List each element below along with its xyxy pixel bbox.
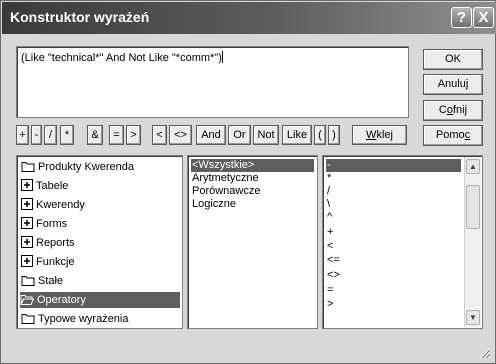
tree-item-funkcje[interactable]: Funkcje <box>21 254 75 270</box>
plus-box-icon <box>21 255 33 267</box>
operator-close-paren-button[interactable]: ) <box>328 125 340 145</box>
folder-icon <box>21 314 35 324</box>
paste-label-post: klej <box>376 129 393 141</box>
text-caret <box>221 51 223 63</box>
close-button[interactable]: X <box>473 7 494 28</box>
plus-box-icon <box>21 198 33 210</box>
expression-text: (Like "technical*" And Not Like "*comm*"… <box>21 52 222 64</box>
tree-item-stale[interactable]: Stałe <box>21 273 63 289</box>
list-item[interactable]: <= <box>326 254 461 267</box>
operator-greater-button[interactable]: > <box>126 125 141 145</box>
tree-item-label: Tabele <box>36 180 69 192</box>
operator-minus-button[interactable]: - <box>31 125 42 145</box>
value-list-scrollbar[interactable]: ▲ ▼ <box>464 157 481 327</box>
operator-or-button[interactable]: Or <box>228 125 251 145</box>
tree-item-reports[interactable]: Reports <box>21 235 75 251</box>
list-item[interactable]: < <box>326 240 461 253</box>
help-button[interactable]: Pomoc <box>423 125 483 146</box>
list-item[interactable]: Arytmetyczne <box>191 172 314 185</box>
tree-item-label: Operatory <box>37 294 86 306</box>
list-item[interactable]: > <box>326 298 461 311</box>
object-tree[interactable]: Produkty Kwerenda Tabele Kwerendy Forms … <box>16 155 183 329</box>
list-item[interactable]: + <box>326 226 461 239</box>
plus-box-icon <box>21 217 33 229</box>
open-folder-icon <box>20 295 34 305</box>
undo-label-post: fnij <box>453 104 468 116</box>
resize-grip-icon[interactable] <box>479 347 491 359</box>
operator-like-button[interactable]: Like <box>282 125 312 145</box>
list-item[interactable]: \ <box>326 198 461 211</box>
list-item[interactable]: <Wszystkie> <box>191 159 314 172</box>
list-item[interactable]: - <box>326 159 461 172</box>
undo-button[interactable]: Cofnij <box>423 100 483 121</box>
list-item[interactable]: / <box>326 185 461 198</box>
paste-button[interactable]: Wklej <box>352 125 407 145</box>
operator-open-paren-button[interactable]: ( <box>314 125 326 145</box>
operator-concat-button[interactable]: & <box>87 125 103 145</box>
operator-equal-button[interactable]: = <box>109 125 124 145</box>
operator-divide-button[interactable]: / <box>44 125 57 145</box>
operator-less-button[interactable]: < <box>152 125 167 145</box>
tree-item-typowe-wyrazenia[interactable]: Typowe wyrażenia <box>21 311 129 327</box>
tree-item-kwerendy[interactable]: Kwerendy <box>21 197 85 213</box>
help-label-accel: c <box>464 129 471 141</box>
tree-item-label: Forms <box>36 218 68 230</box>
tree-item-label: Reports <box>36 237 75 249</box>
dialog-title: Konstruktor wyrażeń <box>10 9 150 25</box>
undo-label-pre: C <box>438 104 447 116</box>
folder-icon <box>21 276 35 286</box>
tree-item-label: Funkcje <box>36 256 75 268</box>
list-item[interactable]: = <box>326 284 461 297</box>
help-title-button[interactable]: ? <box>451 7 472 28</box>
scroll-down-arrow-icon[interactable]: ▼ <box>466 310 480 325</box>
ok-button[interactable]: OK <box>423 49 483 70</box>
list-item[interactable]: Logiczne <box>191 198 314 211</box>
value-list[interactable]: - * / \ ^ + < <= <> = > ▲ ▼ <box>322 155 483 329</box>
expression-builder-dialog: Konstruktor wyrażeń ? X (Like "technical… <box>0 0 496 364</box>
scroll-up-arrow-icon[interactable]: ▲ <box>466 159 480 174</box>
category-list[interactable]: <Wszystkie> Arytmetyczne Porównawcze Log… <box>187 155 318 329</box>
list-item[interactable]: * <box>326 172 461 185</box>
scroll-thumb[interactable] <box>466 185 480 229</box>
tree-item-label: Kwerendy <box>36 199 85 211</box>
tree-item-label: Typowe wyrażenia <box>38 313 129 325</box>
paste-label-accel: W <box>366 129 377 141</box>
folder-icon <box>21 162 35 172</box>
tree-item-label: Produkty Kwerenda <box>38 161 134 173</box>
operator-multiply-button[interactable]: * <box>60 125 74 145</box>
plus-box-icon <box>21 236 33 248</box>
operator-notequal-button[interactable]: <> <box>169 125 192 145</box>
operator-not-button[interactable]: Not <box>253 125 279 145</box>
operator-plus-button[interactable]: + <box>16 125 29 145</box>
expression-input[interactable]: (Like "technical*" And Not Like "*comm*"… <box>16 46 409 118</box>
help-label-pre: Pomo <box>435 129 465 141</box>
tree-item-produkty-kwerenda[interactable]: Produkty Kwerenda <box>21 159 134 175</box>
tree-item-forms[interactable]: Forms <box>21 216 67 232</box>
tree-item-label: Stałe <box>38 275 64 287</box>
plus-box-icon <box>21 179 33 191</box>
list-item[interactable]: <> <box>326 269 461 282</box>
cancel-button[interactable]: Anuluj <box>423 74 483 95</box>
title-bar[interactable]: Konstruktor wyrażeń ? X <box>2 2 496 34</box>
list-item[interactable]: Porównawcze <box>191 185 314 198</box>
list-item[interactable]: ^ <box>326 211 461 224</box>
tree-item-tabele[interactable]: Tabele <box>21 178 68 194</box>
tree-item-operatory[interactable]: Operatory <box>20 292 180 308</box>
operator-and-button[interactable]: And <box>196 125 226 145</box>
